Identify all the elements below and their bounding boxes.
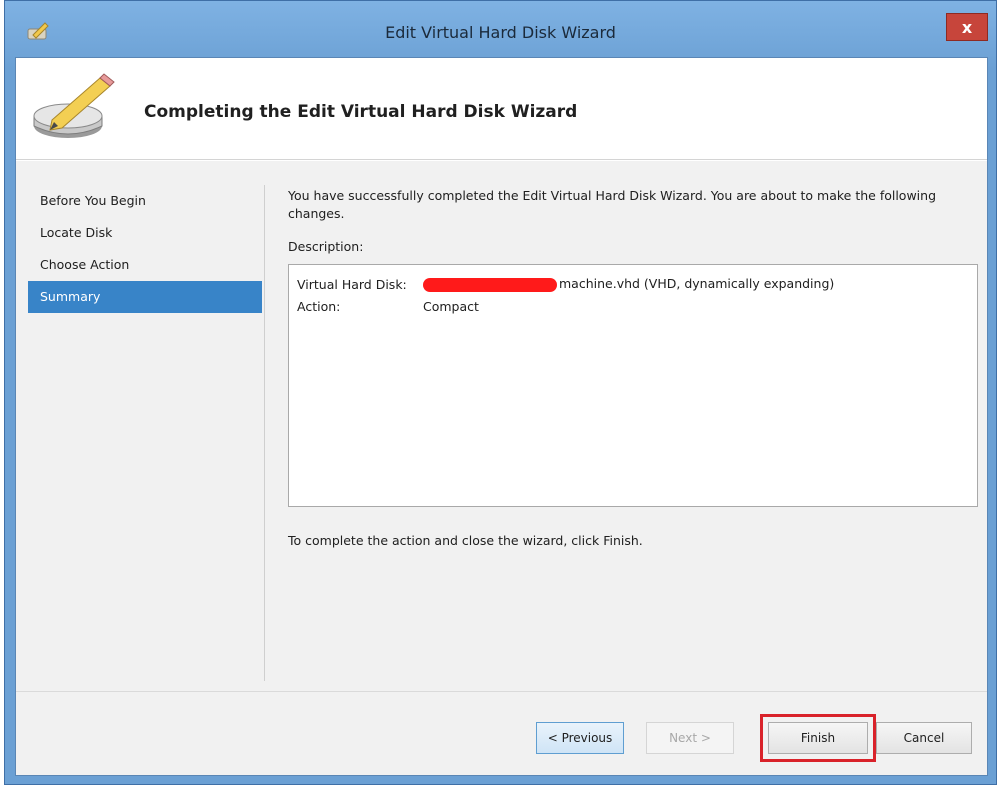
action-key: Action: <box>297 298 341 314</box>
nav-divider <box>264 185 265 681</box>
virtual-hard-disk-key: Virtual Hard Disk: <box>297 276 407 292</box>
wizard-window: Edit Virtual Hard Disk Wizard x Completi… <box>4 0 997 785</box>
description-label: Description: <box>288 239 364 254</box>
description-box[interactable]: Virtual Hard Disk: machine.vhd (VHD, dyn… <box>288 264 978 507</box>
cancel-button[interactable]: Cancel <box>876 722 972 754</box>
wizard-body: Before You Begin Locate Disk Choose Acti… <box>16 161 987 691</box>
description-row: Virtual Hard Disk: machine.vhd (VHD, dyn… <box>297 273 969 295</box>
window-title: Edit Virtual Hard Disk Wizard <box>385 23 616 42</box>
virtual-hard-disk-value: machine.vhd (VHD, dynamically expanding) <box>423 276 834 292</box>
virtual-hard-disk-filename: machine.vhd (VHD, dynamically expanding) <box>559 276 835 292</box>
nav-item-before-you-begin[interactable]: Before You Begin <box>28 185 262 217</box>
wizard-steps-nav: Before You Begin Locate Disk Choose Acti… <box>28 185 262 313</box>
description-row: Action: Compact <box>297 295 969 317</box>
redaction-mark <box>423 277 557 292</box>
previous-button[interactable]: < Previous <box>536 722 624 754</box>
nav-item-choose-action[interactable]: Choose Action <box>28 249 262 281</box>
next-button[interactable]: Next > <box>646 722 734 754</box>
nav-item-summary[interactable]: Summary <box>28 281 262 313</box>
finish-hint-text: To complete the action and close the wiz… <box>288 533 643 548</box>
action-value: Compact <box>423 298 479 314</box>
summary-content: You have successfully completed the Edit… <box>288 187 978 548</box>
wizard-client-area: Completing the Edit Virtual Hard Disk Wi… <box>15 57 988 776</box>
wizard-footer: < Previous Next > Finish Cancel <box>16 691 987 775</box>
nav-item-locate-disk[interactable]: Locate Disk <box>28 217 262 249</box>
finish-button[interactable]: Finish <box>768 722 868 754</box>
close-button[interactable]: x <box>946 13 988 41</box>
intro-text: You have successfully completed the Edit… <box>288 188 937 221</box>
wizard-header: Completing the Edit Virtual Hard Disk Wi… <box>16 58 987 160</box>
disk-pencil-icon <box>33 73 115 138</box>
page-title: Completing the Edit Virtual Hard Disk Wi… <box>144 102 578 122</box>
